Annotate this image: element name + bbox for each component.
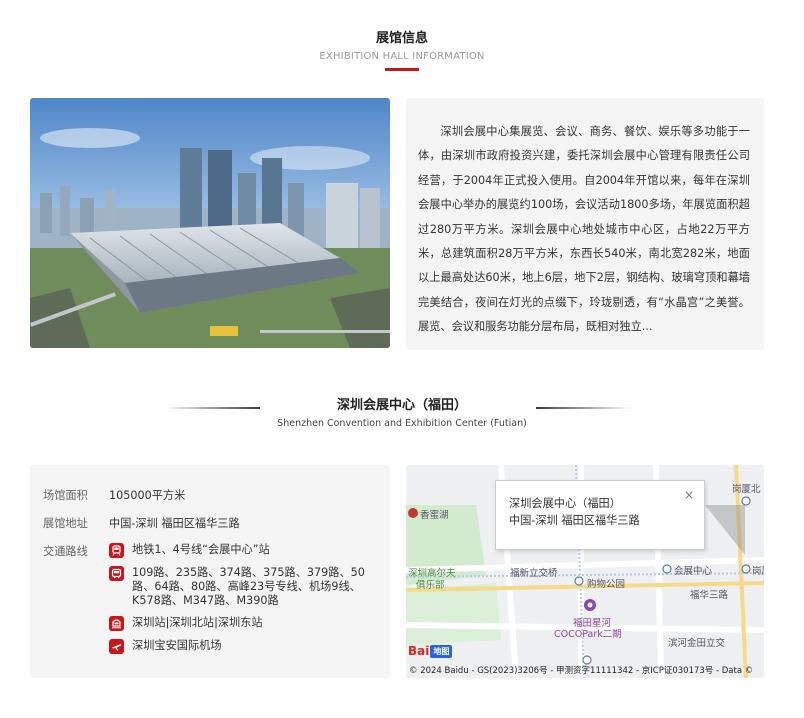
route-train: 深圳站|深圳北站|深圳东站 (109, 616, 378, 631)
map-label-fuxin: 福新立交桥 (510, 568, 558, 579)
popup-tail (705, 505, 745, 555)
description-card: 深圳会展中心集展览、会议、商务、餐饮、娱乐等多功能于一体，由深圳市政府投资兴建，… (406, 98, 764, 350)
map-label-xiangmihu: 香蜜湖 (420, 510, 449, 521)
address-label: 展馆地址 (43, 517, 88, 530)
section-header: 展馆信息 EXHIBITION HALL INFORMATION (0, 27, 804, 71)
map-label-shopping-park: 购物公园 (587, 579, 626, 590)
popup-close-icon[interactable]: × (684, 487, 694, 504)
map-label-convention-center: 会展中心 (674, 566, 713, 577)
map-label-cocopark: COCOPark二期 (554, 629, 622, 640)
map-label-fuhua-road: 福华三路 (690, 590, 729, 601)
route-bus-text: 109路、235路、374路、375路、379路、50路、64路、80路、高峰2… (132, 566, 365, 607)
baidu-logo[interactable]: Bai 地图 (408, 644, 453, 658)
venue-header: 深圳会展中心（福田） Shenzhen Convention and Exhib… (0, 394, 804, 429)
route-airport: 深圳宝安国际机场 (109, 639, 378, 654)
map-info-popup: × 深圳会展中心（福田） 中国-深圳 福田区福华三路 (495, 480, 705, 550)
address-row: 展馆地址 中国-深圳 福田区福华三路 (43, 515, 378, 531)
route-list: 地铁1、4号线“会展中心”站 109路、235路、374路、375路、379路、… (109, 543, 378, 662)
area-label: 场馆面积 (43, 489, 88, 502)
route-airport-text: 深圳宝安国际机场 (132, 639, 222, 652)
area-value: 105000平方米 (109, 489, 186, 502)
venue-name: 深圳会展中心（福田） (336, 398, 467, 413)
map-label-binhe: 滨河金田立交 (668, 638, 726, 649)
baidu-logo-text: Bai (408, 644, 430, 658)
bus-icon (109, 566, 124, 581)
venue-description: 深圳会展中心集展览、会议、商务、餐饮、娱乐等多功能于一体，由深圳市政府投资兴建，… (418, 125, 750, 334)
transport-row: 交通路线 地铁1、4号线“会展中心”站 109路、235路、374路、375路、… (43, 543, 378, 662)
metro-icon (109, 543, 124, 558)
map-copyright: © 2024 Baidu - GS(2023)3206号 - 甲测资字11111… (409, 666, 754, 676)
popup-address: 中国-深圳 福田区福华三路 (509, 514, 640, 527)
train-icon (109, 616, 124, 631)
area-row: 场馆面积 105000平方米 (43, 487, 378, 503)
venue-info-card: 场馆面积 105000平方米 展馆地址 中国-深圳 福田区福华三路 交通路线 地… (30, 465, 390, 678)
map-label-gangxia: 岗厦 (752, 566, 764, 577)
map-label-gangxia-north: 岗厦北 (732, 484, 761, 495)
venue-map[interactable]: 香蜜湖 深圳高尔夫 俱乐部 福新立交桥 购物公园 会展中心 福华三路 福田星河 … (406, 465, 764, 678)
title-underline (385, 68, 419, 71)
venue-name-en: Shenzhen Convention and Exhibition Cente… (277, 418, 527, 429)
airport-icon (109, 639, 124, 654)
popup-title: 深圳会展中心（福田） (509, 497, 621, 510)
route-metro-text: 地铁1、4号线“会展中心”站 (132, 543, 270, 556)
venue-photo (30, 98, 390, 348)
address-value: 中国-深圳 福田区福华三路 (109, 517, 240, 530)
baidu-map-badge: 地图 (430, 645, 453, 658)
map-label-golf-club: 俱乐部 (416, 580, 445, 591)
section-title: 展馆信息 (375, 31, 428, 46)
transport-label: 交通路线 (43, 545, 88, 558)
section-subtitle: EXHIBITION HALL INFORMATION (319, 51, 485, 62)
route-metro: 地铁1、4号线“会展中心”站 (109, 543, 378, 558)
route-bus: 109路、235路、374路、375路、379路、50路、64路、80路、高峰2… (109, 566, 378, 608)
route-train-text: 深圳站|深圳北站|深圳东站 (132, 616, 263, 629)
